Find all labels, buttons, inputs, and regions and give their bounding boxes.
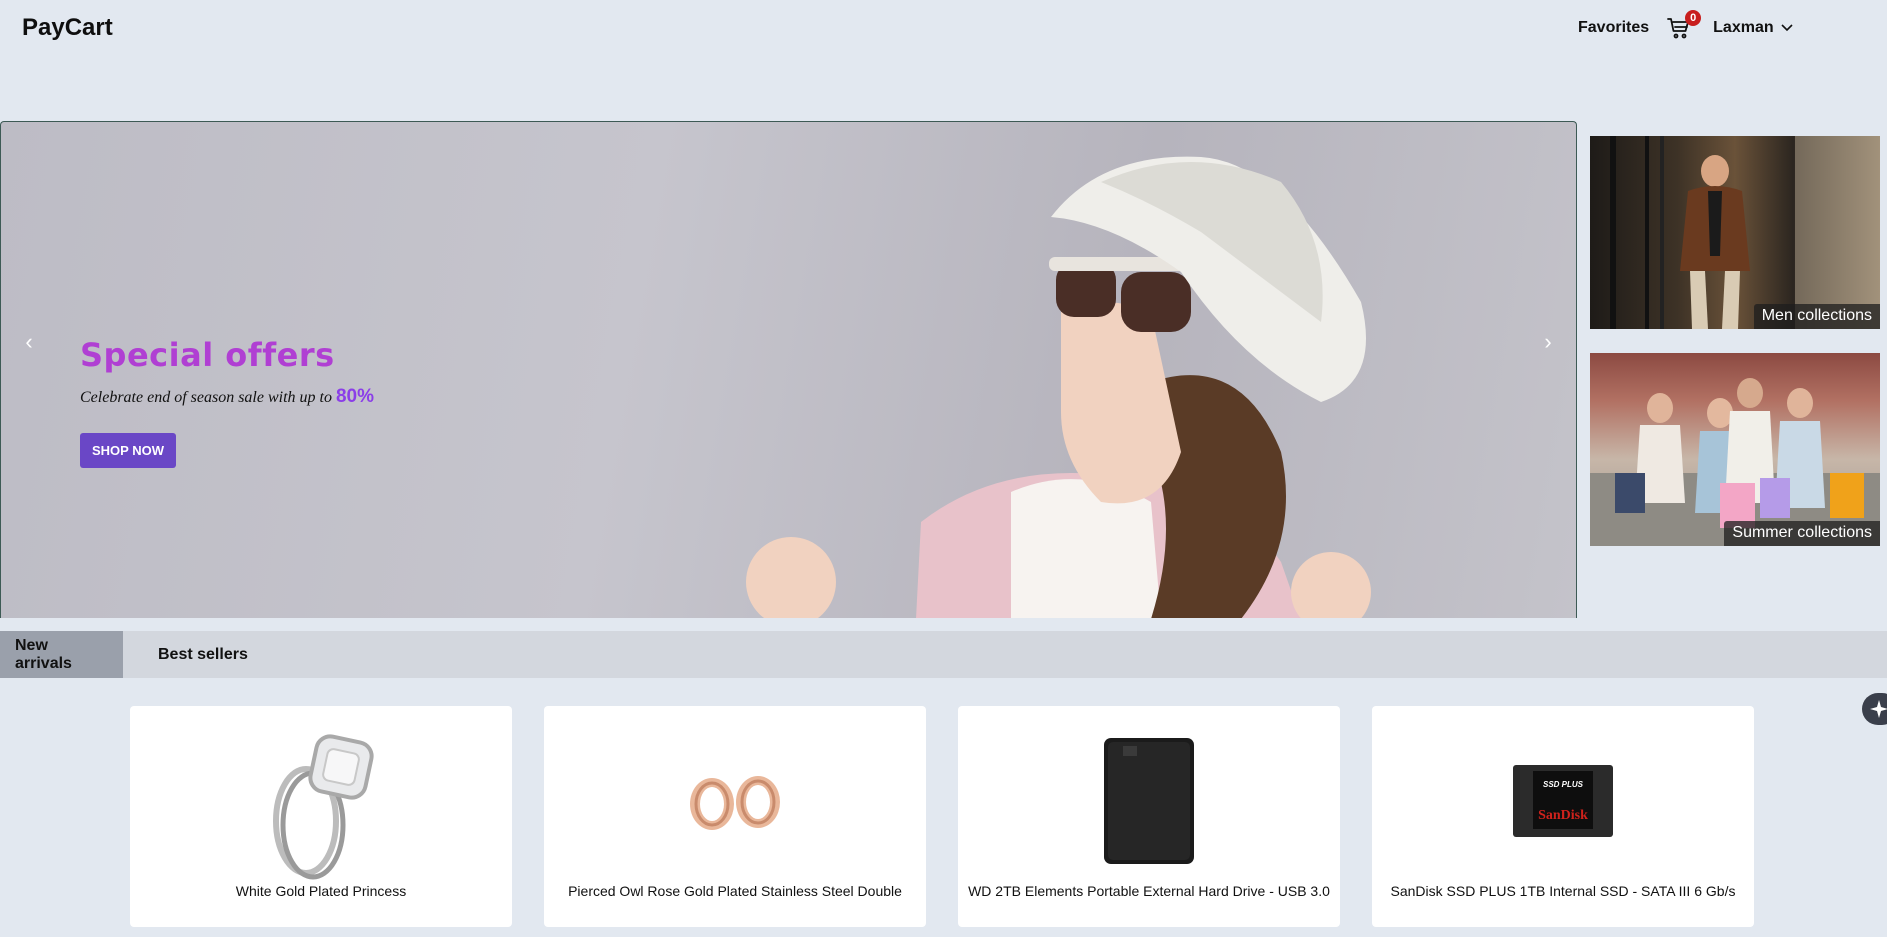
shop-now-button[interactable]: SHOP NOW [80,433,176,468]
ssd-image: SSD PLUS SanDisk [1513,765,1613,837]
men-collections-label: Men collections [1753,304,1880,329]
tab-best-sellers[interactable]: Best sellers [143,631,263,678]
chevron-down-icon [1781,24,1793,32]
user-name: Laxman [1713,19,1774,36]
product-title[interactable]: SanDisk SSD PLUS 1TB Internal SSD - SATA… [1372,883,1754,899]
ssd-image-text: SSD PLUS [1543,780,1584,789]
summer-collections-image [1590,378,1880,546]
tab-new-arrivals[interactable]: New arrivals [0,631,123,678]
ring-image [273,734,374,880]
carousel-next-arrow[interactable]: › [1536,330,1560,354]
earrings-image [690,776,780,830]
summer-collections-card[interactable]: Summer collections [1590,353,1880,546]
floating-assistant-button[interactable] [1862,693,1887,725]
hard-drive-image [1104,738,1194,864]
carousel-prev-arrow[interactable]: ‹ [17,330,41,354]
product-title[interactable]: WD 2TB Elements Portable External Hard D… [958,883,1340,899]
user-menu[interactable]: Laxman [1713,19,1793,37]
product-card[interactable]: WD 2TB Elements Portable External Hard D… [958,706,1340,927]
men-collections-image [1610,136,1880,329]
product-card[interactable]: White Gold Plated Princess [130,706,512,927]
product-title[interactable]: Pierced Owl Rose Gold Plated Stainless S… [544,883,926,899]
hero-discount: 80% [335,386,375,407]
product-tabs: New arrivals Best sellers [0,631,1887,678]
cart-count-badge: 0 [1685,10,1702,26]
nav-right: Favorites 0 Laxman [1578,10,1794,42]
sparkle-icon [1870,700,1887,718]
cart-button[interactable]: 0 [1665,10,1702,42]
product-title[interactable]: White Gold Plated Princess [130,883,512,899]
hero-carousel: ‹ › Special offers Celebrate end of seas… [0,121,1577,618]
hero-subtitle: Celebrate end of season sale with up to … [80,386,374,408]
hero-title: Special offers [80,336,335,374]
product-card[interactable]: SSD PLUS SanDisk SanDisk SSD PLUS 1TB In… [1372,706,1754,927]
product-card[interactable]: Pierced Owl Rose Gold Plated Stainless S… [544,706,926,927]
men-collections-card[interactable]: Men collections [1590,136,1880,329]
ssd-image-brand: SanDisk [1538,808,1588,823]
hero-image [746,156,1371,618]
favorites-link[interactable]: Favorites [1578,19,1649,37]
hero-subtitle-text: Celebrate end of season sale with up to [80,389,332,406]
summer-collections-label: Summer collections [1724,521,1880,546]
logo[interactable]: PayCart [22,14,113,42]
header: PayCart Favorites 0 Laxman [0,0,1887,58]
